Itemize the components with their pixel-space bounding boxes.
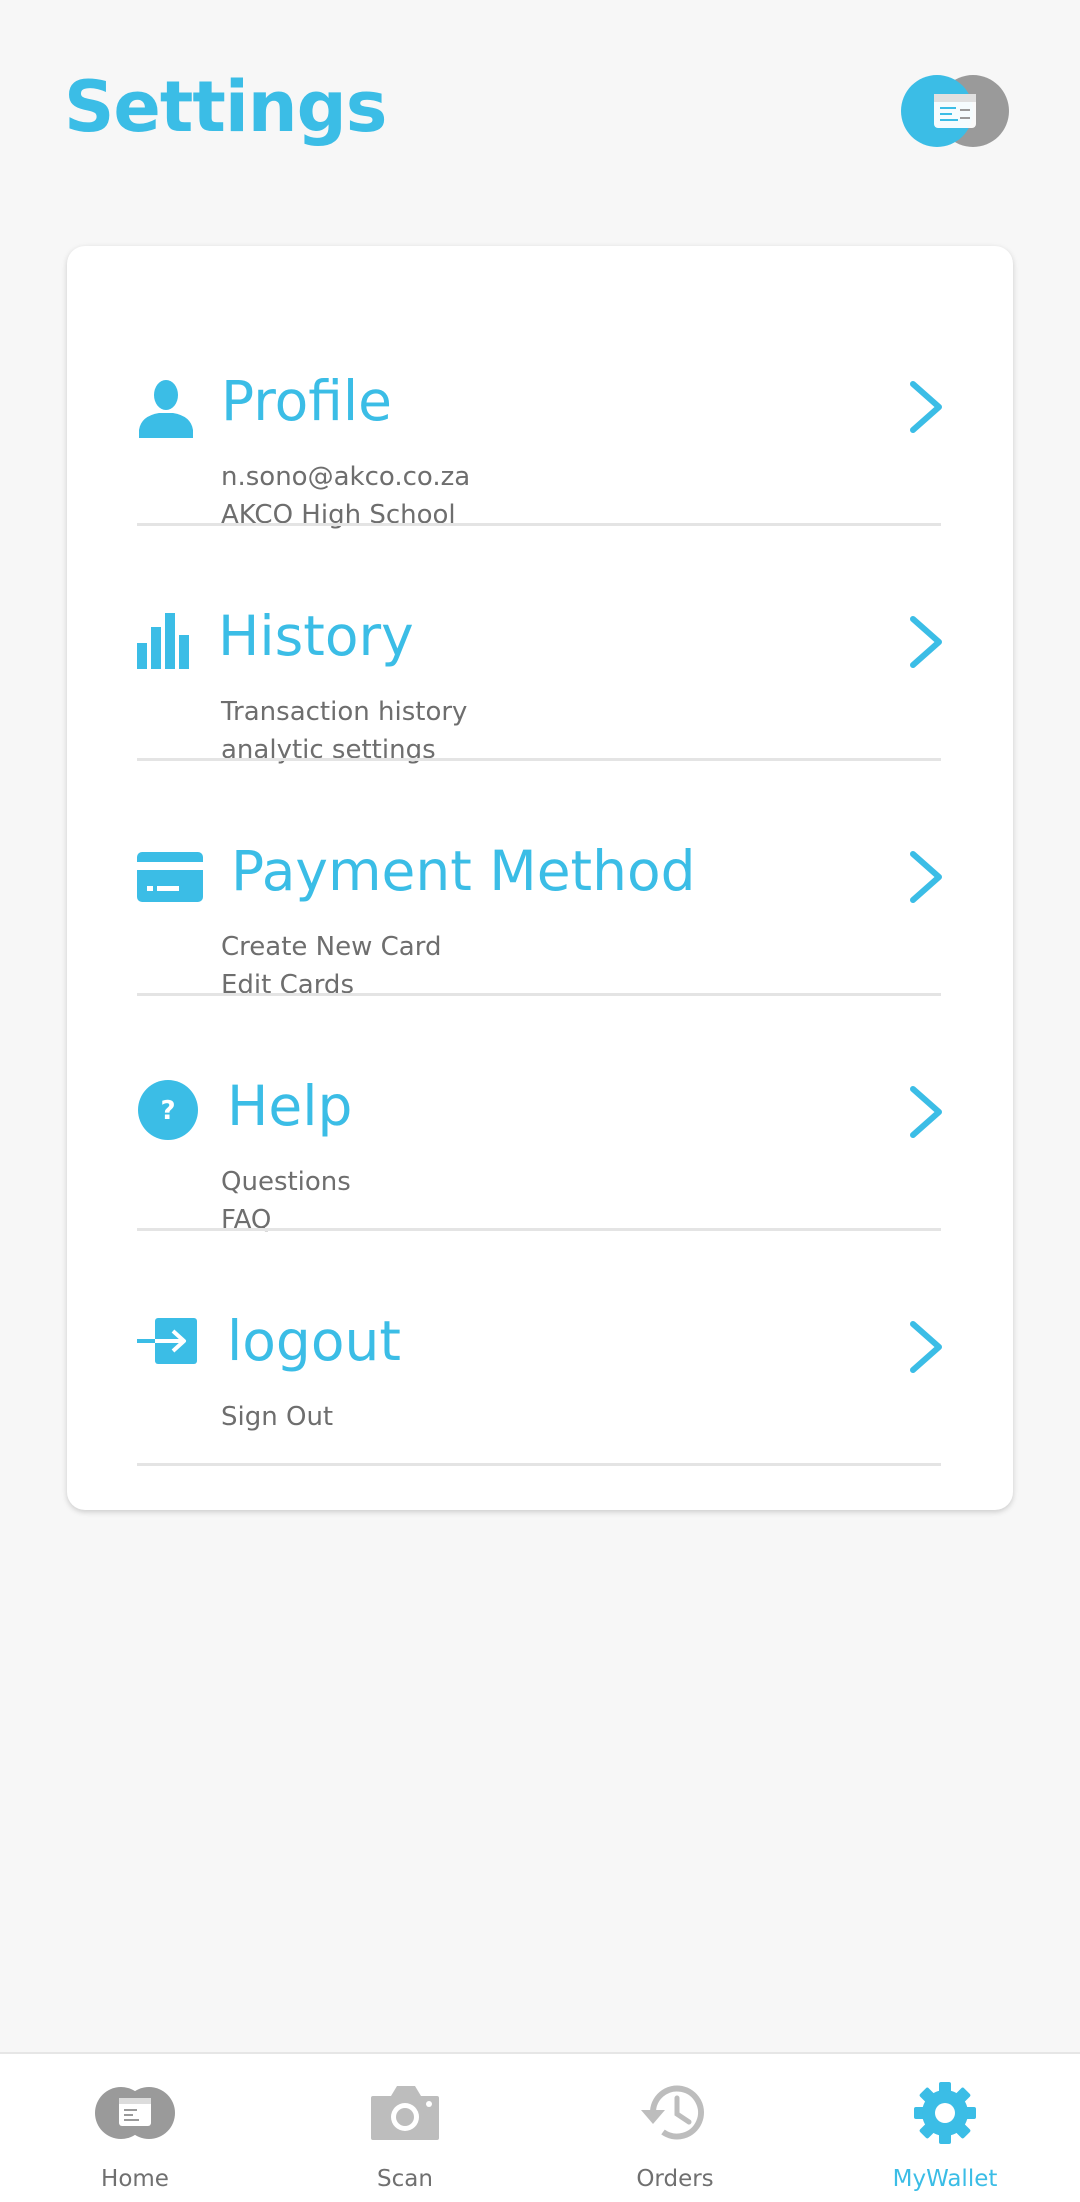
camera-icon bbox=[365, 2082, 445, 2144]
divider bbox=[137, 993, 941, 996]
logout-arrow-icon bbox=[137, 1318, 199, 1366]
nav-item-home[interactable]: Home bbox=[0, 2054, 270, 2202]
wallet-logo-icon[interactable] bbox=[900, 74, 1010, 148]
person-icon bbox=[137, 378, 197, 438]
divider bbox=[137, 523, 941, 526]
bar-chart-icon bbox=[137, 613, 191, 669]
chevron-right-icon bbox=[907, 613, 947, 671]
wallet-icon bbox=[95, 2082, 175, 2144]
history-clock-icon bbox=[635, 2082, 715, 2144]
settings-item-title: logout bbox=[227, 1309, 401, 1373]
chevron-right-icon bbox=[907, 1083, 947, 1141]
settings-item-payment-method[interactable]: Payment Method Create New Card Edit Card… bbox=[137, 762, 942, 1000]
settings-item-subtitle: Create New Card bbox=[221, 932, 442, 962]
gear-icon bbox=[905, 2082, 985, 2144]
chevron-right-icon bbox=[907, 378, 947, 436]
divider bbox=[137, 758, 941, 761]
settings-item-history[interactable]: History Transaction history analytic set… bbox=[137, 527, 942, 765]
nav-label: Orders bbox=[636, 2166, 714, 2192]
nav-label: MyWallet bbox=[892, 2166, 998, 2192]
settings-item-profile[interactable]: Profile n.sono@akco.co.za AKCO High Scho… bbox=[137, 292, 942, 530]
nav-label: Scan bbox=[377, 2166, 433, 2192]
settings-item-title: History bbox=[218, 604, 414, 668]
settings-item-title: Profile bbox=[221, 369, 393, 433]
divider bbox=[137, 1463, 941, 1466]
nav-item-mywallet[interactable]: MyWallet bbox=[810, 2054, 1080, 2202]
settings-item-logout[interactable]: logout Sign Out bbox=[137, 1232, 942, 1466]
settings-item-subtitle: Questions bbox=[221, 1167, 351, 1197]
settings-item-help[interactable]: ? Help Questions FAQ bbox=[137, 997, 942, 1235]
chevron-right-icon bbox=[907, 848, 947, 906]
question-circle-icon: ? bbox=[137, 1079, 199, 1141]
settings-card: Profile n.sono@akco.co.za AKCO High Scho… bbox=[67, 246, 1013, 1510]
settings-item-subtitle: n.sono@akco.co.za bbox=[221, 462, 471, 492]
svg-text:?: ? bbox=[160, 1096, 175, 1126]
header: Settings bbox=[0, 0, 1080, 220]
settings-item-title: Payment Method bbox=[231, 839, 696, 903]
nav-label: Home bbox=[101, 2166, 169, 2192]
chevron-right-icon bbox=[907, 1318, 947, 1376]
credit-card-icon bbox=[137, 852, 203, 902]
settings-item-subtitle: Sign Out bbox=[221, 1402, 334, 1432]
settings-item-subtitle: Transaction history bbox=[221, 697, 468, 727]
nav-item-orders[interactable]: Orders bbox=[540, 2054, 810, 2202]
page-title: Settings bbox=[64, 66, 387, 148]
divider bbox=[137, 1228, 941, 1231]
nav-item-scan[interactable]: Scan bbox=[270, 2054, 540, 2202]
bottom-nav: Home Scan Orders MyWallet bbox=[0, 2052, 1080, 2202]
settings-item-title: Help bbox=[227, 1074, 353, 1138]
